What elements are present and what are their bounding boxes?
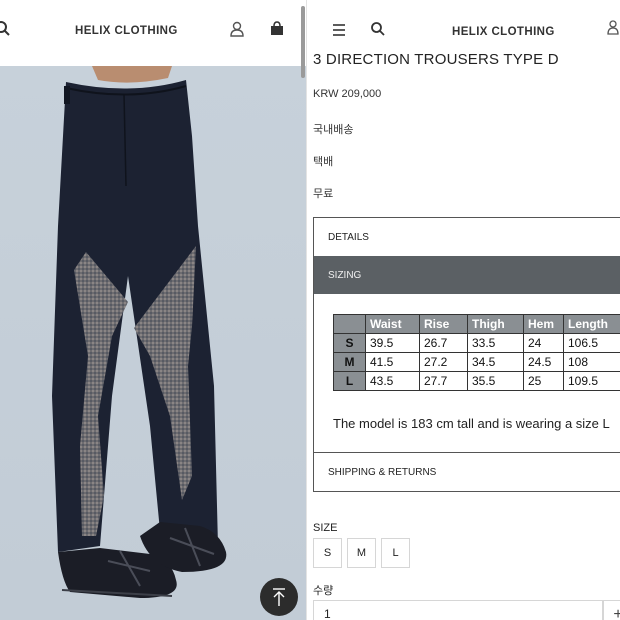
product-info-accordion: DETAILS SIZING Waist Rise Thigh Hem Leng… xyxy=(313,217,620,492)
size-option-s[interactable]: S xyxy=(313,538,342,568)
size-label: SIZE xyxy=(313,522,338,534)
table-header-cell: Thigh xyxy=(467,314,524,334)
table-row: L 43.5 27.7 35.5 25 109.5 xyxy=(333,371,620,391)
accordion-sizing[interactable]: SIZING xyxy=(314,256,620,294)
table-cell-size: M xyxy=(333,352,366,372)
product-info-panel: HELIX CLOTHING 3 DIRECTION TROUSERS TYPE… xyxy=(306,0,620,620)
product-photo xyxy=(0,66,306,620)
table-cell: 43.5 xyxy=(365,371,420,391)
table-cell: 109.5 xyxy=(563,371,620,391)
table-header-cell: Waist xyxy=(365,314,420,334)
table-row: S 39.5 26.7 33.5 24 106.5 xyxy=(333,333,620,353)
right-header: HELIX CLOTHING xyxy=(307,0,620,48)
user-icon[interactable] xyxy=(228,20,246,38)
table-cell-size: S xyxy=(333,333,366,353)
table-header-cell xyxy=(333,314,366,334)
table-header-cell: Hem xyxy=(523,314,564,334)
product-title: 3 DIRECTION TROUSERS TYPE D xyxy=(313,51,559,68)
table-cell: 35.5 xyxy=(467,371,524,391)
search-icon[interactable] xyxy=(370,21,386,37)
table-cell: 26.7 xyxy=(419,333,468,353)
table-cell: 34.5 xyxy=(467,352,524,372)
quantity-increase-button[interactable]: + xyxy=(603,600,620,620)
model-size-note: The model is 183 cm tall and is wearing … xyxy=(333,416,610,431)
scrollbar-thumb[interactable] xyxy=(301,6,305,78)
brand-logo[interactable]: HELIX CLOTHING xyxy=(452,26,555,38)
table-cell: 106.5 xyxy=(563,333,620,353)
table-cell: 27.7 xyxy=(419,371,468,391)
shopping-bag-icon[interactable] xyxy=(268,20,286,38)
sizing-table: Waist Rise Thigh Hem Length S 39.5 26.7 … xyxy=(333,314,620,391)
scroll-to-top-button[interactable] xyxy=(260,578,298,616)
menu-icon[interactable] xyxy=(331,22,347,38)
table-row: M 41.5 27.2 34.5 24.5 108 xyxy=(333,352,620,372)
table-cell: 25 xyxy=(523,371,564,391)
table-header-cell: Length xyxy=(563,314,620,334)
table-cell: 39.5 xyxy=(365,333,420,353)
table-cell: 24 xyxy=(523,333,564,353)
table-header-row: Waist Rise Thigh Hem Length xyxy=(333,314,620,334)
accordion-shipping-returns[interactable]: SHIPPING & RETURNS xyxy=(314,452,620,492)
search-icon[interactable] xyxy=(0,20,12,38)
shipping-method: 택배 xyxy=(313,156,334,168)
table-cell: 24.5 xyxy=(523,352,564,372)
product-image-panel: HELIX CLOTHING xyxy=(0,0,306,620)
table-cell-size: L xyxy=(333,371,366,391)
size-option-m[interactable]: M xyxy=(347,538,376,568)
table-cell: 108 xyxy=(563,352,620,372)
brand-logo[interactable]: HELIX CLOTHING xyxy=(75,25,178,37)
product-price: KRW 209,000 xyxy=(313,88,382,100)
table-header-cell: Rise xyxy=(419,314,468,334)
shipping-fee: 무료 xyxy=(313,188,334,200)
arrow-up-icon xyxy=(273,588,285,606)
quantity-input[interactable]: 1 xyxy=(313,600,603,620)
table-cell: 27.2 xyxy=(419,352,468,372)
accordion-details[interactable]: DETAILS xyxy=(314,218,620,256)
table-cell: 33.5 xyxy=(467,333,524,353)
shipping-region: 국내배송 xyxy=(313,124,354,136)
user-icon[interactable] xyxy=(605,19,620,35)
quantity-label: 수량 xyxy=(313,585,334,597)
trousers-photo xyxy=(0,66,306,620)
left-header: HELIX CLOTHING xyxy=(0,0,306,66)
size-option-l[interactable]: L xyxy=(381,538,410,568)
table-cell: 41.5 xyxy=(365,352,420,372)
